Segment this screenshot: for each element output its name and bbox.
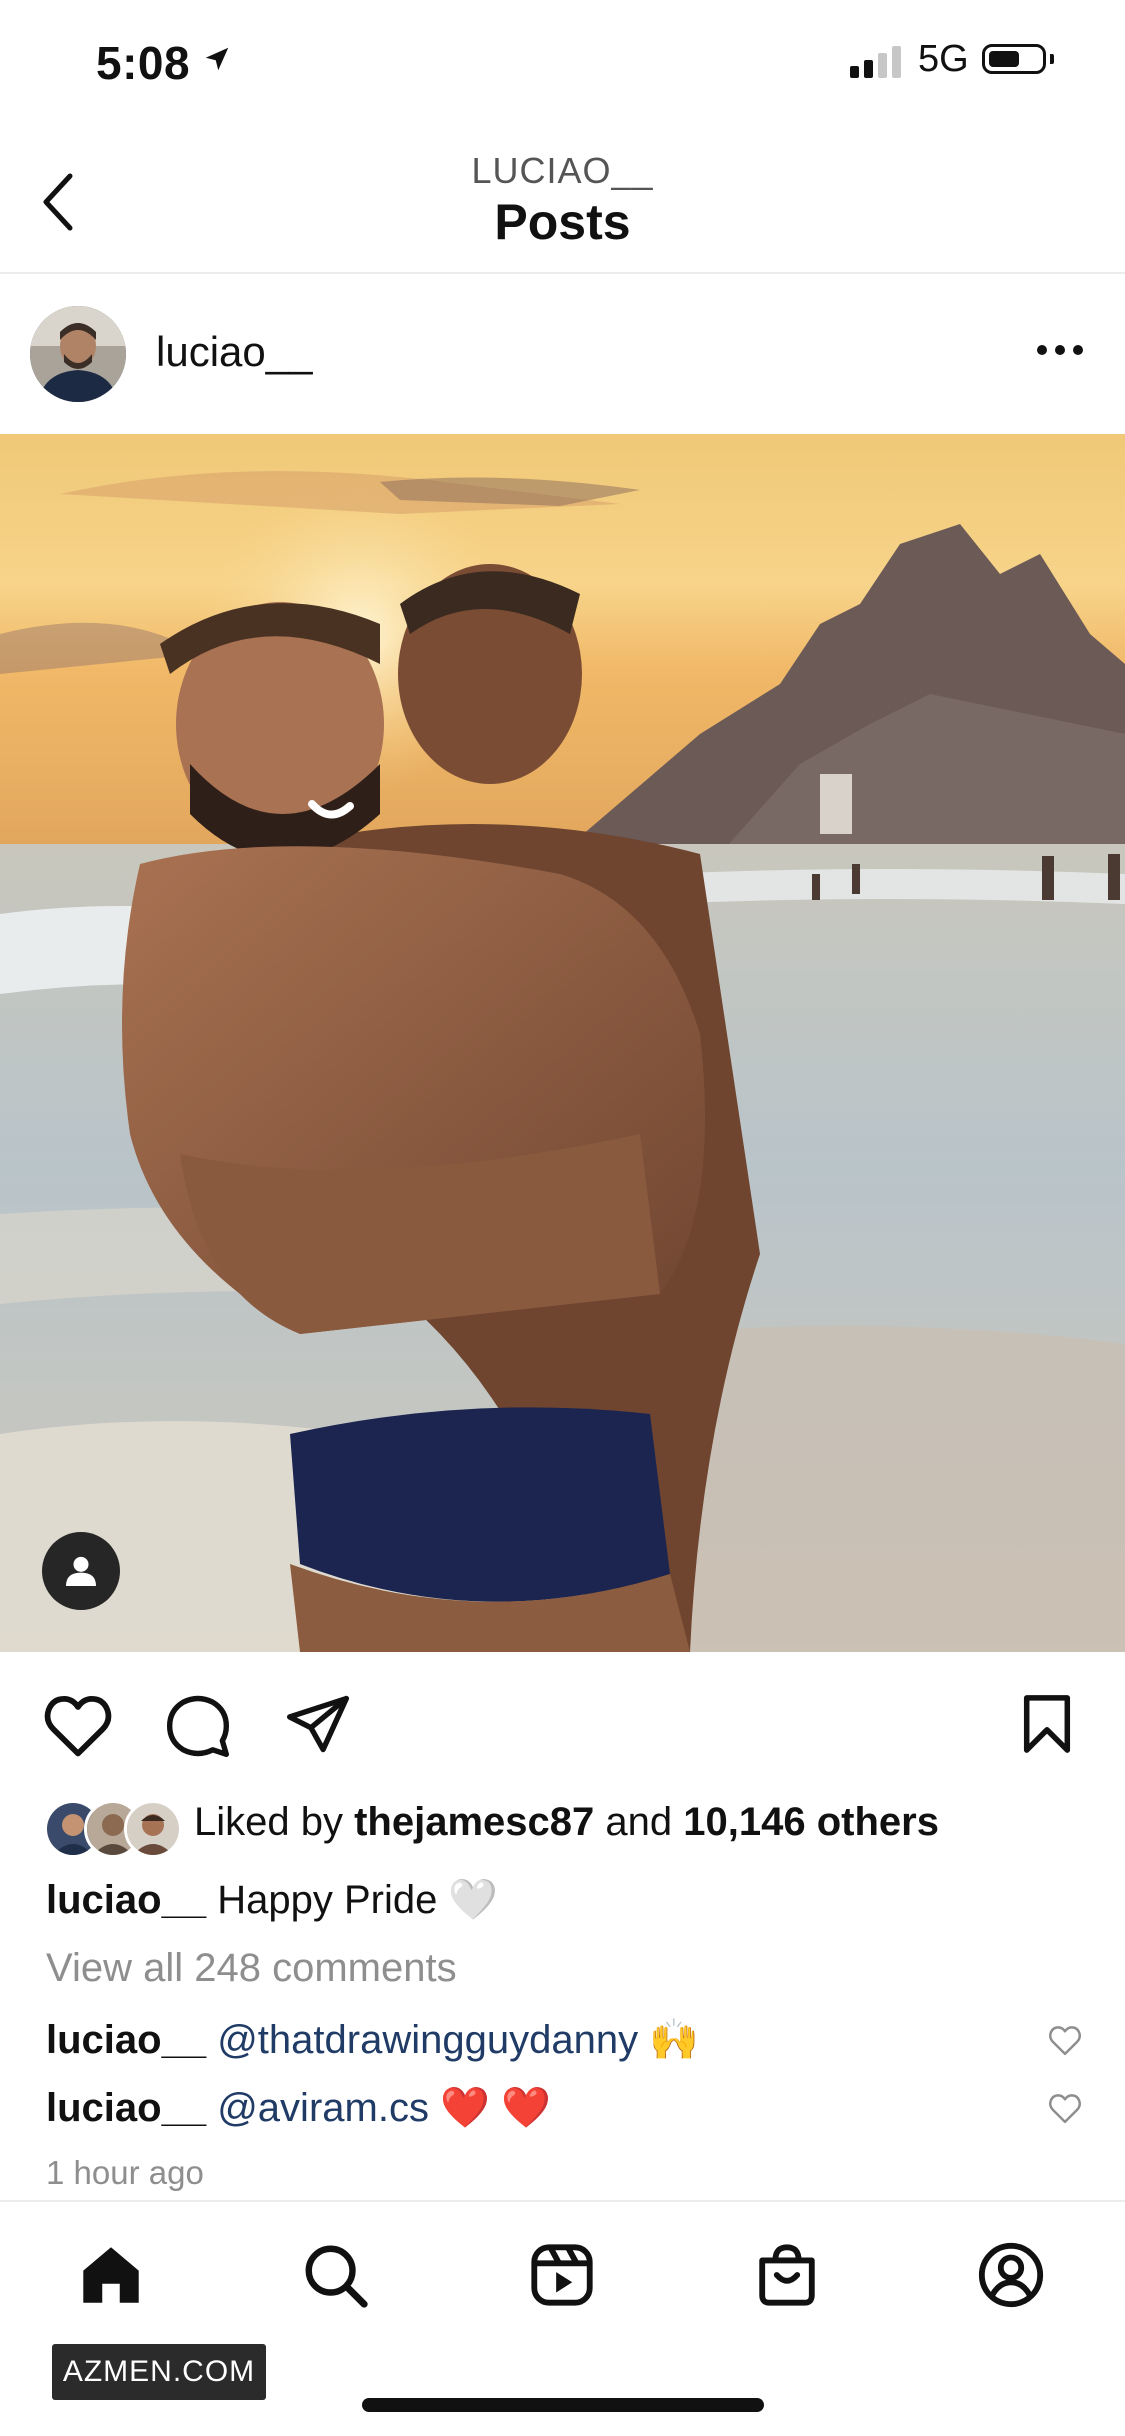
comment-mention[interactable]: @thatdrawingguydanny: [217, 2018, 638, 2062]
comment-username[interactable]: luciao__: [46, 2018, 206, 2062]
profile-icon[interactable]: [976, 2240, 1046, 2310]
tagged-people-button[interactable]: [42, 1532, 120, 1610]
header-divider: [0, 272, 1125, 274]
post-author-username[interactable]: luciao__: [156, 328, 312, 376]
reels-icon[interactable]: [527, 2240, 597, 2310]
post-timestamp: 1 hour ago: [46, 2154, 204, 2191]
heart-outline-icon[interactable]: [1047, 2092, 1083, 2124]
post-image[interactable]: [0, 434, 1125, 1652]
bookmark-outline-icon[interactable]: [1018, 1692, 1076, 1756]
shop-icon[interactable]: [752, 2240, 822, 2310]
location-arrow-icon: [205, 47, 229, 71]
home-indicator[interactable]: [362, 2398, 764, 2412]
person-tag-icon: [66, 1556, 96, 1586]
ellipsis-icon[interactable]: [1036, 344, 1084, 356]
caption-text: Happy Pride 🤍: [217, 1878, 499, 1922]
home-icon[interactable]: [76, 2240, 146, 2310]
view-all-comments-link[interactable]: View all 248 comments: [46, 1946, 457, 1991]
likes-count-link[interactable]: 10,146 others: [683, 1800, 939, 1844]
comment-row: luciao__ @thatdrawingguydanny 🙌: [46, 2016, 699, 2063]
header-username: LUCIAO__: [471, 150, 654, 191]
search-icon[interactable]: [300, 2240, 370, 2310]
status-time: 5:08: [96, 37, 191, 89]
paper-plane-icon[interactable]: [284, 1692, 352, 1756]
page-title: Posts: [494, 194, 631, 250]
watermark: AZMEN.COM: [52, 2344, 266, 2400]
comment-row: luciao__ @aviram.cs ❤️ ❤️: [46, 2084, 551, 2131]
author-avatar[interactable]: [30, 306, 126, 402]
liked-by-user-link[interactable]: thejamesc87: [354, 1800, 594, 1844]
comment-mention[interactable]: @aviram.cs: [217, 2086, 429, 2130]
likes-conjunction: and: [605, 1800, 673, 1844]
battery-tip: [1050, 54, 1054, 64]
tab-bar-divider: [0, 2200, 1125, 2202]
battery-icon: [982, 44, 1046, 74]
comment-emoji: 🙌: [649, 2018, 700, 2062]
network-type: 5G: [918, 38, 969, 80]
heart-outline-icon[interactable]: [1047, 2024, 1083, 2056]
likes-prefix: Liked by: [194, 1800, 343, 1844]
likes-summary: Liked by thejamesc87 and 10,146 others: [194, 1800, 939, 1845]
liker-avatar[interactable]: [124, 1800, 182, 1858]
comment-username[interactable]: luciao__: [46, 2086, 206, 2130]
caption-username[interactable]: luciao__: [46, 1878, 206, 1922]
comment-bubble-icon[interactable]: [164, 1692, 232, 1760]
signal-strength-icon: [850, 44, 901, 78]
heart-outline-icon[interactable]: [42, 1692, 114, 1758]
post-caption: luciao__ Happy Pride 🤍: [46, 1876, 498, 1923]
comment-emoji: ❤️ ❤️: [440, 2086, 551, 2130]
